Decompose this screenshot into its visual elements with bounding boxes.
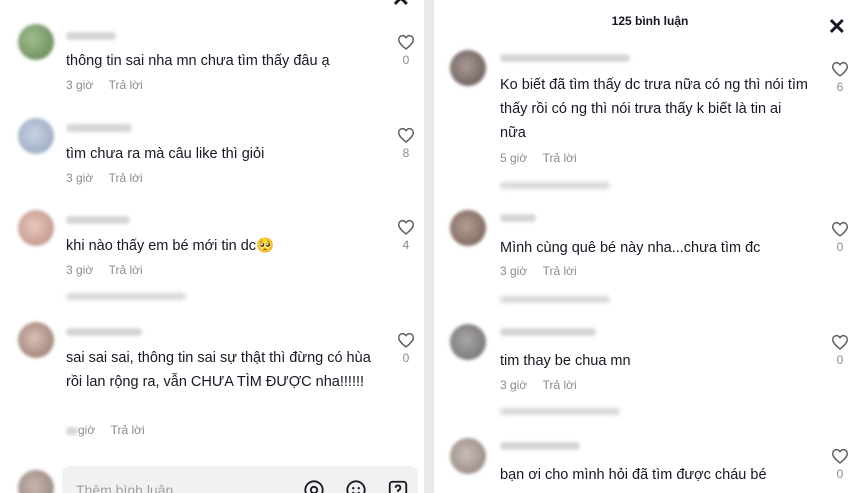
comments-count-title: 125 bình luận [611, 14, 689, 28]
avatar[interactable] [450, 50, 486, 86]
username-blurred[interactable] [500, 214, 536, 222]
avatar[interactable] [450, 438, 486, 474]
avatar[interactable] [18, 118, 54, 154]
like-count: 6 [836, 80, 844, 94]
like-button[interactable]: 0 [828, 334, 852, 367]
avatar[interactable] [18, 24, 54, 60]
comment-text: Ko biết đã tìm thấy dc trưa nữa có ng th… [500, 77, 808, 141]
like-count: 4 [402, 238, 410, 252]
like-count: 8 [402, 146, 410, 160]
comment-input-placeholder: Thêm bình luận... [76, 482, 185, 493]
my-avatar [18, 470, 54, 493]
username-blurred[interactable] [500, 54, 630, 62]
comment-text: tim thay be chua mn [500, 353, 631, 369]
comments-panel-right: 125 bình luận ✕ Ko biết đã tìm thấy dc t… [434, 0, 866, 493]
like-button[interactable]: 0 [394, 332, 418, 365]
comment-input[interactable]: Thêm bình luận... [62, 466, 418, 493]
view-replies-blurred[interactable] [66, 293, 186, 300]
heart-outline-icon [397, 332, 415, 348]
reply-button[interactable]: Trả lời [543, 264, 577, 278]
heart-outline-icon [831, 448, 849, 464]
avatar[interactable] [18, 210, 54, 246]
comment-meta: 5 giờ Trả lời [500, 151, 577, 165]
reply-button[interactable]: Trả lời [543, 151, 577, 165]
like-button[interactable]: 0 [394, 34, 418, 67]
reply-button[interactable]: Trả lời [109, 263, 143, 277]
comment-meta: 3 giờ Trả lời [66, 78, 143, 92]
username-blurred[interactable] [66, 124, 132, 132]
avatar[interactable] [450, 324, 486, 360]
comment-text: khi nào thấy em bé mới tin dc🥺 [66, 238, 275, 254]
panel-divider [424, 0, 434, 493]
comments-panel-left: ✕ thông tin sai nha mn chưa tìm thấy đâu… [0, 0, 424, 493]
close-icon[interactable]: ✕ [828, 16, 846, 38]
comment-text: sai sai sai, thông tin sai sự thật thì đ… [66, 350, 371, 390]
username-blurred[interactable] [66, 32, 116, 40]
comment-text: bạn ơi cho mình hỏi đã tìm được cháu bé [500, 467, 767, 483]
comment-meta: giờ Trả lời [66, 423, 145, 437]
heart-outline-icon [397, 219, 415, 235]
username-blurred[interactable] [500, 442, 580, 450]
username-blurred[interactable] [500, 328, 596, 336]
view-replies-blurred[interactable] [500, 296, 610, 303]
reply-button[interactable]: Trả lời [109, 171, 143, 185]
like-button[interactable]: 8 [394, 127, 418, 160]
time-blurred [66, 426, 78, 435]
comment-time: 3 giờ [500, 378, 528, 392]
view-replies-blurred[interactable] [500, 182, 610, 189]
comment-text: Mình cùng quê bé này nha...chưa tìm đc [500, 240, 761, 256]
comment-text: thông tin sai nha mn chưa tìm thấy đâu ạ [66, 53, 330, 69]
like-button[interactable]: 6 [828, 61, 852, 94]
like-count: 0 [836, 467, 844, 481]
view-replies-blurred[interactable] [500, 408, 620, 415]
comment-time: 3 giờ [66, 171, 94, 185]
reply-button[interactable]: Trả lời [543, 378, 577, 392]
like-count: 0 [402, 351, 410, 365]
comment-meta: 3 giờ Trả lời [66, 171, 143, 185]
emoji-icon[interactable] [344, 478, 368, 493]
heart-outline-icon [397, 127, 415, 143]
close-icon[interactable]: ✕ [392, 0, 410, 10]
heart-outline-icon [831, 61, 849, 77]
comment-time: 3 giờ [500, 264, 528, 278]
avatar[interactable] [450, 210, 486, 246]
comment-time: giờ [78, 423, 96, 437]
comment-time: 3 giờ [66, 263, 94, 277]
username-blurred[interactable] [66, 328, 142, 336]
reply-button[interactable]: Trả lời [109, 78, 143, 92]
like-button[interactable]: 4 [394, 219, 418, 252]
comment-meta: 3 giờ Trả lời [66, 263, 143, 277]
like-count: 0 [836, 353, 844, 367]
comment-time: 5 giờ [500, 151, 528, 165]
heart-outline-icon [831, 221, 849, 237]
at-icon[interactable] [302, 478, 326, 493]
username-blurred[interactable] [66, 216, 130, 224]
like-count: 0 [836, 240, 844, 254]
heart-outline-icon [397, 34, 415, 50]
comment-text: tìm chưa ra mà câu like thì giỏi [66, 146, 265, 162]
avatar[interactable] [18, 322, 54, 358]
like-button[interactable]: 0 [828, 448, 852, 481]
heart-outline-icon [831, 334, 849, 350]
comment-meta: 3 giờ Trả lời [500, 264, 577, 278]
gif-icon[interactable] [386, 478, 410, 493]
like-button[interactable]: 0 [828, 221, 852, 254]
like-count: 0 [402, 53, 410, 67]
comment-time: 3 giờ [66, 78, 94, 92]
reply-button[interactable]: Trả lời [111, 423, 145, 437]
comment-meta: 3 giờ Trả lời [500, 378, 577, 392]
